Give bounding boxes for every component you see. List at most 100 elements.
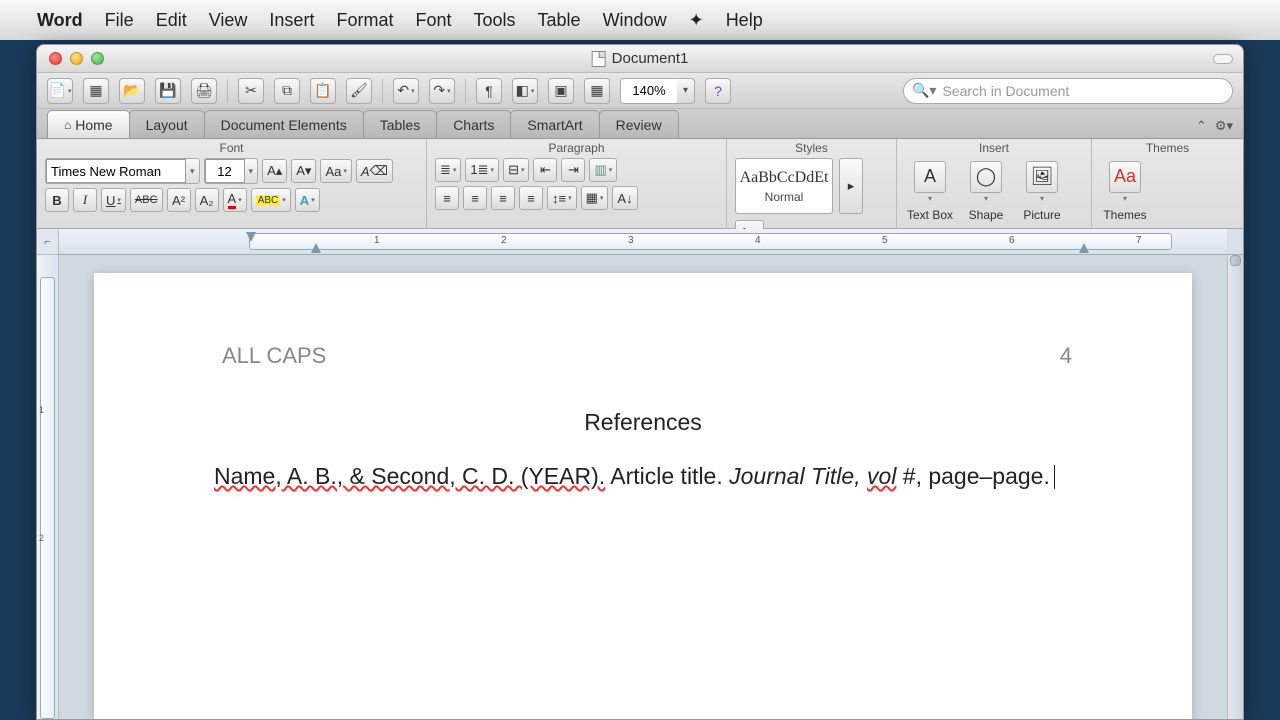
collapse-ribbon-button[interactable]: ⌃ <box>1196 118 1207 134</box>
clear-formatting-button[interactable]: A⌫ <box>356 159 393 183</box>
borders-button[interactable]: ▦ <box>581 186 609 210</box>
page-canvas[interactable]: ALL CAPS 4 References Name, A. B., & Sec… <box>59 255 1227 719</box>
print-button[interactable]: 🖨 <box>191 78 217 104</box>
search-input[interactable]: 🔍▾ Search in Document <box>903 78 1233 104</box>
line-spacing-button[interactable]: ↕≡ <box>547 186 577 210</box>
toolbar-toggle-button[interactable] <box>1213 54 1233 64</box>
format-painter-button[interactable]: 🖌 <box>346 78 372 104</box>
cut-button[interactable]: ✂ <box>238 78 264 104</box>
justify-button[interactable]: ≡ <box>519 186 543 210</box>
themes-button[interactable]: Aa▾Themes <box>1100 161 1150 222</box>
change-case-button[interactable]: Aa <box>320 159 351 183</box>
menu-tools[interactable]: Tools <box>474 10 516 31</box>
style-normal[interactable]: AaBbCcDdEt Normal <box>735 158 833 214</box>
app-name[interactable]: Word <box>37 10 83 31</box>
vertical-scrollbar[interactable] <box>1227 255 1243 719</box>
menu-insert[interactable]: Insert <box>269 10 314 31</box>
font-color-button[interactable]: A <box>223 188 247 212</box>
numbered-list-button[interactable]: 1≣ <box>465 158 499 182</box>
text-effects-button[interactable]: A <box>295 188 320 212</box>
tab-tables[interactable]: Tables <box>363 110 437 138</box>
insert-textbox-button[interactable]: A▾Text Box <box>905 161 955 222</box>
font-size-input[interactable] <box>205 159 245 183</box>
help-button[interactable]: ? <box>705 78 731 104</box>
underline-button[interactable]: U <box>101 188 126 212</box>
grow-font-button[interactable]: A▴ <box>262 159 287 183</box>
reference-entry[interactable]: Name, A. B., & Second, C. D. (YEAR). Art… <box>214 460 1072 492</box>
font-size-combo[interactable]: ▾ <box>204 158 259 184</box>
superscript-button[interactable]: A² <box>167 188 191 212</box>
menu-edit[interactable]: Edit <box>156 10 187 31</box>
save-button[interactable]: 💾 <box>155 78 181 104</box>
horizontal-ruler[interactable]: 1 2 3 4 5 6 7 <box>59 229 1227 255</box>
sidebar-button[interactable]: ◧ <box>512 78 538 104</box>
toolbox-button[interactable]: ▣ <box>548 78 574 104</box>
columns-button[interactable]: ▥ <box>589 158 617 182</box>
highlight-button[interactable]: ABC <box>251 188 291 212</box>
tab-charts[interactable]: Charts <box>436 110 511 138</box>
window-title: Document1 <box>592 50 689 67</box>
ribbon-tabs: ⌂Home Layout Document Elements Tables Ch… <box>37 109 1243 139</box>
zoom-dropdown-icon[interactable]: ▾ <box>677 85 694 96</box>
tab-selector[interactable]: ⌐ <box>37 229 59 255</box>
redo-button[interactable]: ↷ <box>429 78 455 104</box>
show-formatting-button[interactable]: ¶ <box>476 78 502 104</box>
ref-article: Article title. <box>605 463 729 489</box>
group-label-themes: Themes <box>1100 141 1235 155</box>
script-menu-icon[interactable]: ✦ <box>689 10 704 31</box>
insert-shape-button[interactable]: ◯▾Shape <box>961 161 1011 222</box>
decrease-indent-button[interactable]: ⇤ <box>533 158 557 182</box>
menu-table[interactable]: Table <box>538 10 581 31</box>
tab-review[interactable]: Review <box>599 110 679 138</box>
tab-layout[interactable]: Layout <box>129 110 205 138</box>
page-number: 4 <box>1060 343 1072 369</box>
shrink-font-button[interactable]: A▾ <box>291 159 316 183</box>
insert-picture-button[interactable]: 🖼▾Picture <box>1017 161 1067 222</box>
ribbon-settings-button[interactable]: ⚙▾ <box>1215 118 1233 134</box>
new-document-button[interactable]: 📄 <box>47 78 73 104</box>
menu-window[interactable]: Window <box>603 10 667 31</box>
zoom-control[interactable]: 140% ▾ <box>620 78 695 104</box>
tab-smartart[interactable]: SmartArt <box>510 110 599 138</box>
sort-button[interactable]: A↓ <box>612 186 637 210</box>
align-center-button[interactable]: ≡ <box>463 186 487 210</box>
zoom-value[interactable]: 140% <box>621 79 677 103</box>
align-left-button[interactable]: ≡ <box>435 186 459 210</box>
paste-button[interactable]: 📋 <box>310 78 336 104</box>
undo-button[interactable]: ↶ <box>393 78 419 104</box>
scrollbar-thumb[interactable] <box>1230 255 1241 266</box>
tab-document-elements[interactable]: Document Elements <box>204 110 364 138</box>
bullet-list-button[interactable]: ≣ <box>435 158 461 182</box>
document-area: ⌐ 1 2 3 4 5 6 7 1 2 <box>37 229 1243 719</box>
increase-indent-button[interactable]: ⇥ <box>561 158 585 182</box>
menu-help[interactable]: Help <box>726 10 763 31</box>
multilevel-list-button[interactable]: ⊟ <box>503 158 529 182</box>
page[interactable]: ALL CAPS 4 References Name, A. B., & Sec… <box>94 273 1192 719</box>
copy-button[interactable]: ⧉ <box>274 78 300 104</box>
search-icon: 🔍▾ <box>912 82 936 99</box>
strikethrough-button[interactable]: ABC <box>130 188 163 212</box>
new-from-template-button[interactable]: ▦ <box>83 78 109 104</box>
subscript-button[interactable]: A₂ <box>195 188 219 212</box>
menu-format[interactable]: Format <box>336 10 393 31</box>
font-name-input[interactable] <box>46 159 186 183</box>
document-name: Document1 <box>612 50 689 67</box>
align-right-button[interactable]: ≡ <box>491 186 515 210</box>
minimize-button[interactable] <box>70 52 83 65</box>
references-heading: References <box>214 409 1072 436</box>
close-button[interactable] <box>49 52 62 65</box>
media-browser-button[interactable]: ▦ <box>584 78 610 104</box>
vertical-ruler[interactable]: 1 2 <box>37 255 59 719</box>
font-name-combo[interactable]: ▾ <box>45 158 200 184</box>
italic-button[interactable]: I <box>73 188 97 212</box>
tab-home[interactable]: ⌂Home <box>47 110 130 138</box>
menu-file[interactable]: File <box>105 10 134 31</box>
ribbon-group-paragraph: Paragraph ≣ 1≣ ⊟ ⇤ ⇥ ▥ ≡ ≡ ≡ ≡ ↕≡ ▦ <box>427 139 727 228</box>
zoom-button[interactable] <box>91 52 104 65</box>
styles-expand-button[interactable]: ▸ <box>839 158 863 214</box>
split-handle[interactable] <box>1227 229 1243 255</box>
menu-view[interactable]: View <box>209 10 248 31</box>
bold-button[interactable]: B <box>45 188 69 212</box>
open-button[interactable]: 📂 <box>119 78 145 104</box>
menu-font[interactable]: Font <box>415 10 451 31</box>
